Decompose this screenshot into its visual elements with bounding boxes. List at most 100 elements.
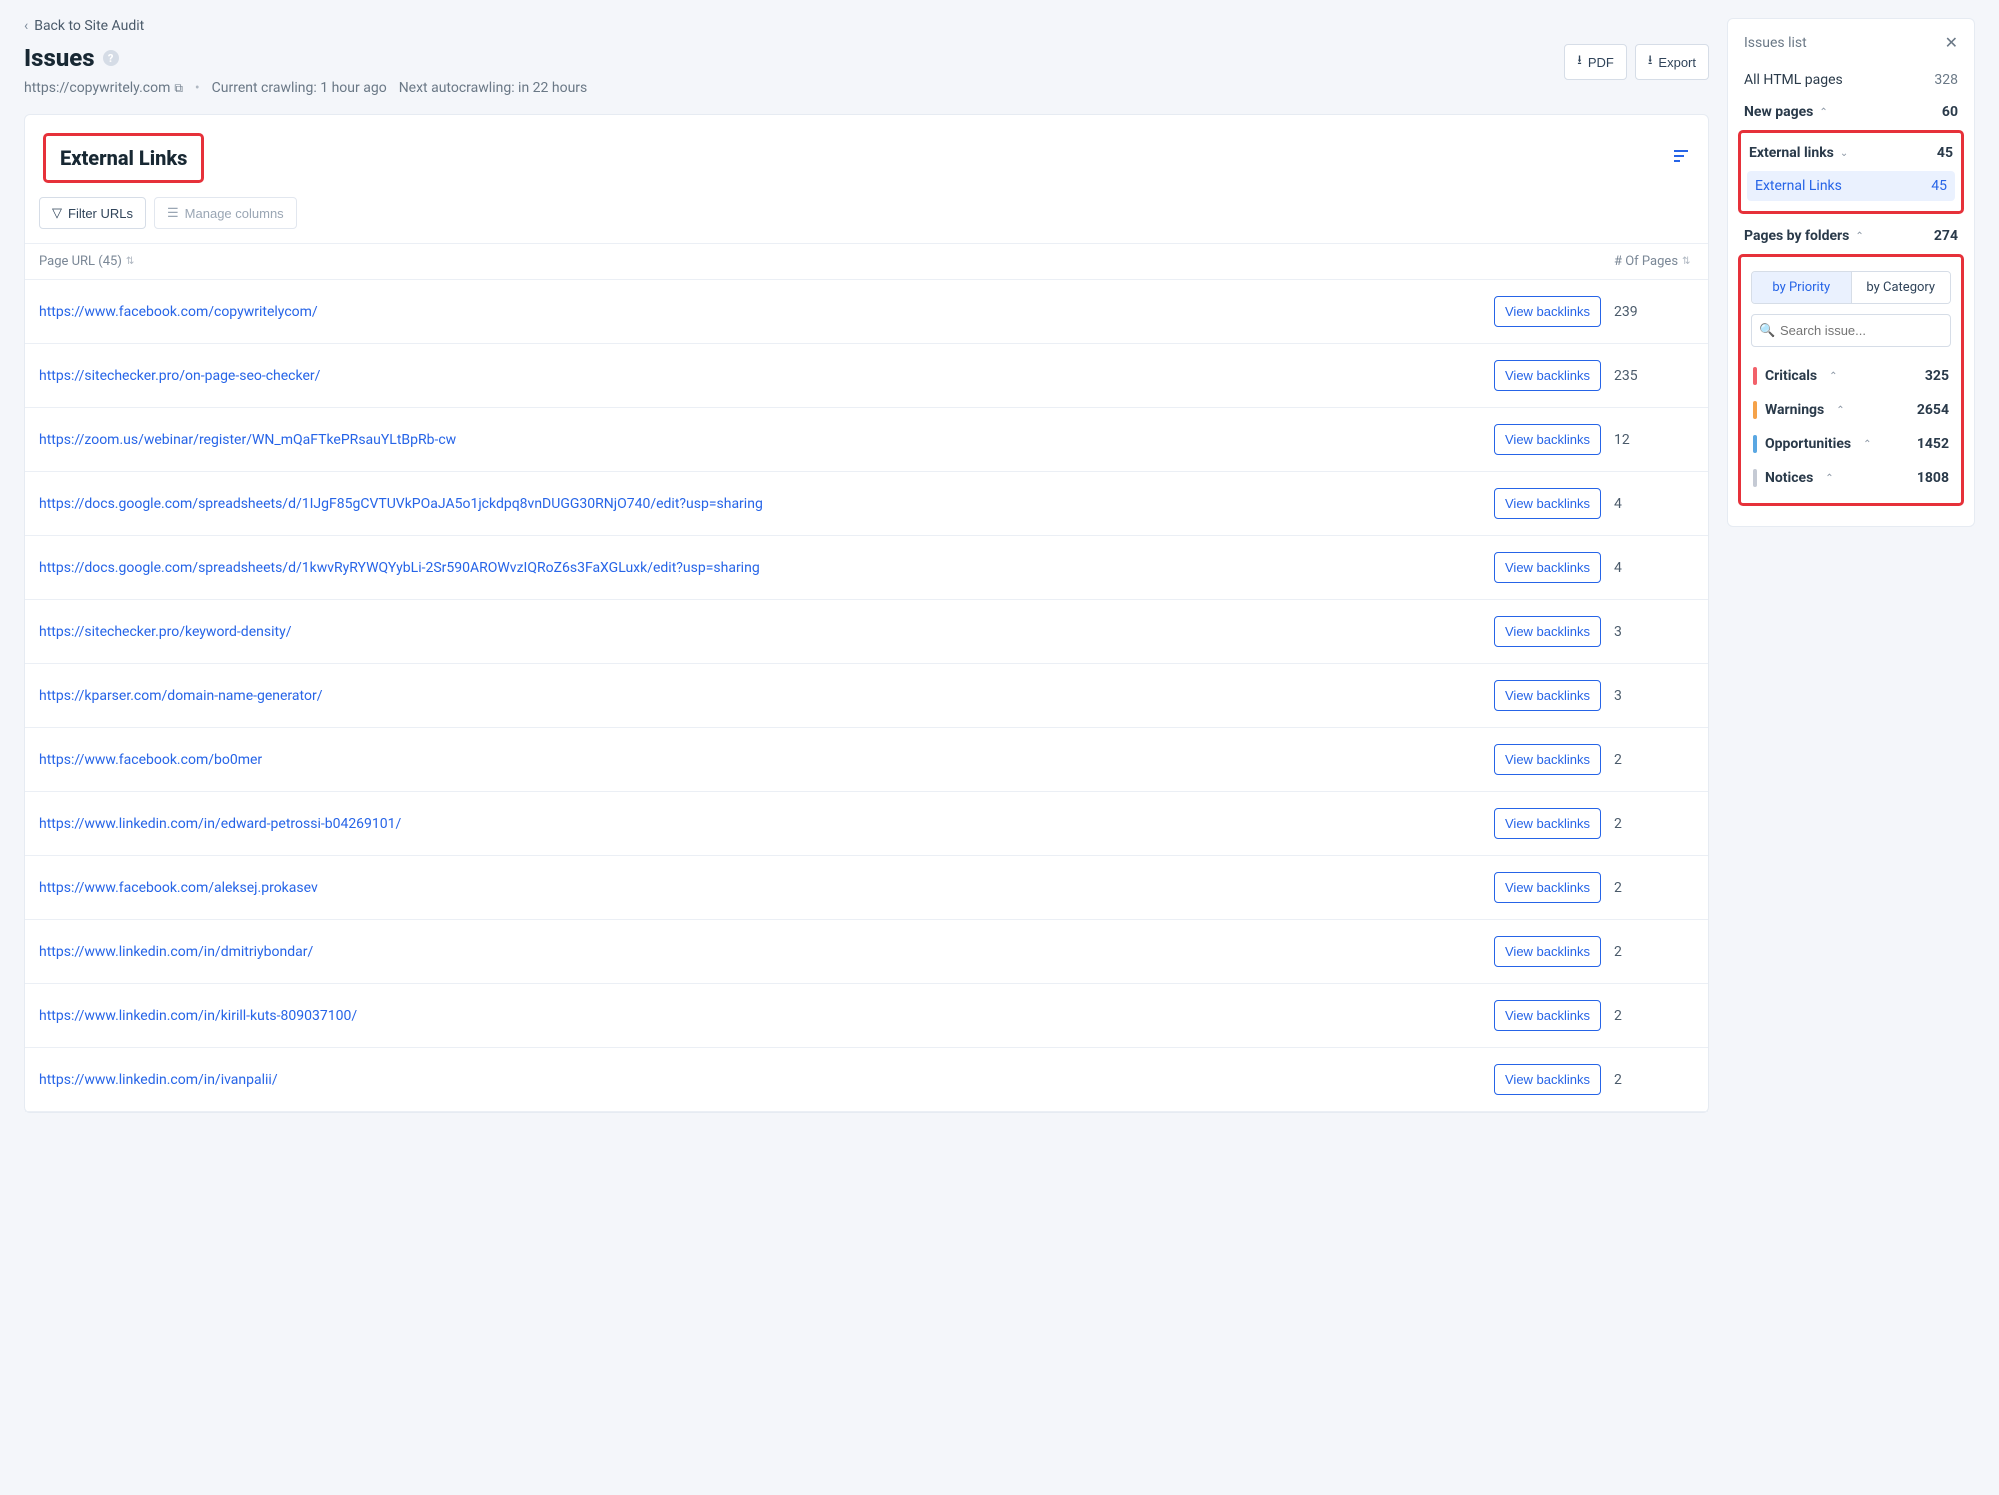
page-url-link[interactable]: https://docs.google.com/spreadsheets/d/1… [39, 560, 760, 576]
view-backlinks-button[interactable]: View backlinks [1494, 296, 1601, 327]
page-url-link[interactable]: https://docs.google.com/spreadsheets/d/1… [39, 496, 763, 512]
col-header-pages[interactable]: # Of Pages ⇅ [1614, 254, 1694, 269]
page-url-link[interactable]: https://www.facebook.com/bo0mer [39, 752, 262, 768]
view-backlinks-button[interactable]: View backlinks [1494, 808, 1601, 839]
filter-icon: ▽ [52, 205, 62, 221]
page-url-link[interactable]: https://www.facebook.com/aleksej.prokase… [39, 880, 318, 896]
view-backlinks-button[interactable]: View backlinks [1494, 552, 1601, 583]
table-row: https://www.linkedin.com/in/dmitriybonda… [25, 920, 1708, 984]
page-url-link[interactable]: https://www.linkedin.com/in/edward-petro… [39, 816, 401, 832]
sidebar-item-pages-by-folders[interactable]: Pages by folders ⌃ 274 [1738, 220, 1964, 252]
pages-count: 239 [1614, 304, 1638, 320]
tab-by-category[interactable]: by Category [1851, 272, 1951, 303]
tab-by-priority[interactable]: by Priority [1752, 272, 1851, 303]
sidebar-item-all-html[interactable]: All HTML pages 328 [1738, 64, 1964, 96]
category-color-bar [1753, 469, 1757, 487]
pages-count: 2 [1614, 1008, 1622, 1024]
category-item[interactable]: Criticals⌃325 [1747, 359, 1955, 393]
search-icon: 🔍 [1759, 323, 1775, 338]
table-header: Page URL (45) ⇅ # Of Pages ⇅ [25, 243, 1708, 280]
page-url-link[interactable]: https://sitechecker.pro/keyword-density/ [39, 624, 291, 640]
category-count: 1452 [1917, 436, 1949, 452]
back-link-label: Back to Site Audit [34, 18, 144, 34]
filter-urls-button[interactable]: ▽ Filter URLs [39, 197, 146, 229]
page-title: Issues ? [24, 44, 587, 72]
pdf-button[interactable]: ⭳ PDF [1564, 44, 1627, 80]
chevron-up-icon: ⌃ [1836, 405, 1844, 416]
category-item[interactable]: Notices ⌃ 1808 [1747, 461, 1955, 495]
search-issue-input[interactable] [1751, 314, 1951, 347]
table-row: https://www.facebook.com/aleksej.prokase… [25, 856, 1708, 920]
page-url-link[interactable]: https://www.facebook.com/copywritelycom/ [39, 304, 318, 320]
view-backlinks-button[interactable]: View backlinks [1494, 872, 1601, 903]
card-title: External Links [60, 146, 187, 170]
pages-count: 2 [1614, 944, 1622, 960]
download-icon: ⭳ [1648, 51, 1653, 73]
external-links-card: External Links ▽ Filter URLs ☰ Manage co… [24, 114, 1709, 1113]
crawling-next: Next autocrawling: in 22 hours [399, 80, 588, 96]
sidebar-subitem-external-links[interactable]: External Links 45 [1747, 171, 1955, 201]
pages-count: 12 [1614, 432, 1630, 448]
page-url-link[interactable]: https://www.linkedin.com/in/dmitriybonda… [39, 944, 313, 960]
pages-count: 3 [1614, 688, 1622, 704]
page-url-link[interactable]: https://sitechecker.pro/on-page-seo-chec… [39, 368, 320, 384]
view-backlinks-button[interactable]: View backlinks [1494, 1000, 1601, 1031]
sidebar-item-new-pages[interactable]: New pages ⌃ 60 [1738, 96, 1964, 128]
highlight-box: External links ⌄ 45 External Links 45 [1738, 130, 1964, 214]
view-backlinks-button[interactable]: View backlinks [1494, 744, 1601, 775]
issues-sidebar: Issues list ✕ All HTML pages 328 New pag… [1727, 18, 1975, 527]
pages-count: 4 [1614, 560, 1622, 576]
pages-count: 235 [1614, 368, 1638, 384]
page-url-link[interactable]: https://www.linkedin.com/in/kirill-kuts-… [39, 1008, 357, 1024]
category-item[interactable]: Opportunities ⌃ 1452 [1747, 427, 1955, 461]
table-row: https://www.linkedin.com/in/edward-petro… [25, 792, 1708, 856]
chevron-up-icon: ⌃ [1819, 107, 1827, 118]
page-url-link[interactable]: https://kparser.com/domain-name-generato… [39, 688, 322, 704]
category-label: Warnings [1765, 402, 1824, 418]
page-url-link[interactable]: https://www.linkedin.com/in/ivanpalii/ [39, 1072, 278, 1088]
category-label: Opportunities [1765, 436, 1851, 452]
category-label: Notices [1765, 470, 1813, 486]
page-url-link[interactable]: https://zoom.us/webinar/register/WN_mQaF… [39, 432, 456, 448]
view-backlinks-button[interactable]: View backlinks [1494, 360, 1601, 391]
back-link[interactable]: ‹ Back to Site Audit [24, 18, 144, 34]
pages-count: 2 [1614, 880, 1622, 896]
table-row: https://sitechecker.pro/on-page-seo-chec… [25, 344, 1708, 408]
pages-count: 4 [1614, 496, 1622, 512]
view-backlinks-button[interactable]: View backlinks [1494, 680, 1601, 711]
table-row: https://www.linkedin.com/in/kirill-kuts-… [25, 984, 1708, 1048]
view-backlinks-button[interactable]: View backlinks [1494, 936, 1601, 967]
chevron-down-icon: ⌄ [1840, 148, 1848, 159]
info-icon[interactable]: ? [103, 50, 119, 66]
site-url-link[interactable]: https://copywritely.com ⧉ [24, 80, 183, 96]
category-count: 325 [1925, 368, 1949, 384]
table-row: https://www.facebook.com/copywritelycom/… [25, 280, 1708, 344]
pages-count: 2 [1614, 1072, 1622, 1088]
table-row: https://sitechecker.pro/keyword-density/… [25, 600, 1708, 664]
export-button[interactable]: ⭳ Export [1635, 44, 1709, 80]
view-backlinks-button[interactable]: View backlinks [1494, 488, 1601, 519]
table-row: https://docs.google.com/spreadsheets/d/1… [25, 536, 1708, 600]
category-count: 2654 [1917, 402, 1949, 418]
category-item[interactable]: Warnings ⌃ 2654 [1747, 393, 1955, 427]
category-color-bar [1753, 401, 1757, 419]
view-backlinks-button[interactable]: View backlinks [1494, 424, 1601, 455]
table-row: https://kparser.com/domain-name-generato… [25, 664, 1708, 728]
close-icon[interactable]: ✕ [1945, 33, 1958, 52]
view-backlinks-button[interactable]: View backlinks [1494, 1064, 1601, 1095]
sidebar-item-external-links[interactable]: External links ⌄ 45 [1743, 137, 1959, 169]
external-link-icon: ⧉ [174, 81, 183, 96]
columns-icon: ☰ [167, 205, 179, 221]
highlight-box: External Links [43, 133, 204, 183]
category-label: Criticals [1765, 368, 1817, 384]
category-count: 1808 [1917, 470, 1949, 486]
view-backlinks-button[interactable]: View backlinks [1494, 616, 1601, 647]
sort-icon[interactable] [1674, 149, 1690, 168]
col-header-url[interactable]: Page URL (45) ⇅ [39, 254, 1494, 269]
table-row: https://www.facebook.com/bo0mer View back… [25, 728, 1708, 792]
sort-arrows-icon: ⇅ [126, 258, 134, 266]
chevron-up-icon: ⌃ [1863, 439, 1871, 450]
chevron-up-icon: ⌃ [1825, 473, 1833, 484]
pages-count: 2 [1614, 816, 1622, 832]
manage-columns-button[interactable]: ☰ Manage columns [154, 197, 297, 229]
